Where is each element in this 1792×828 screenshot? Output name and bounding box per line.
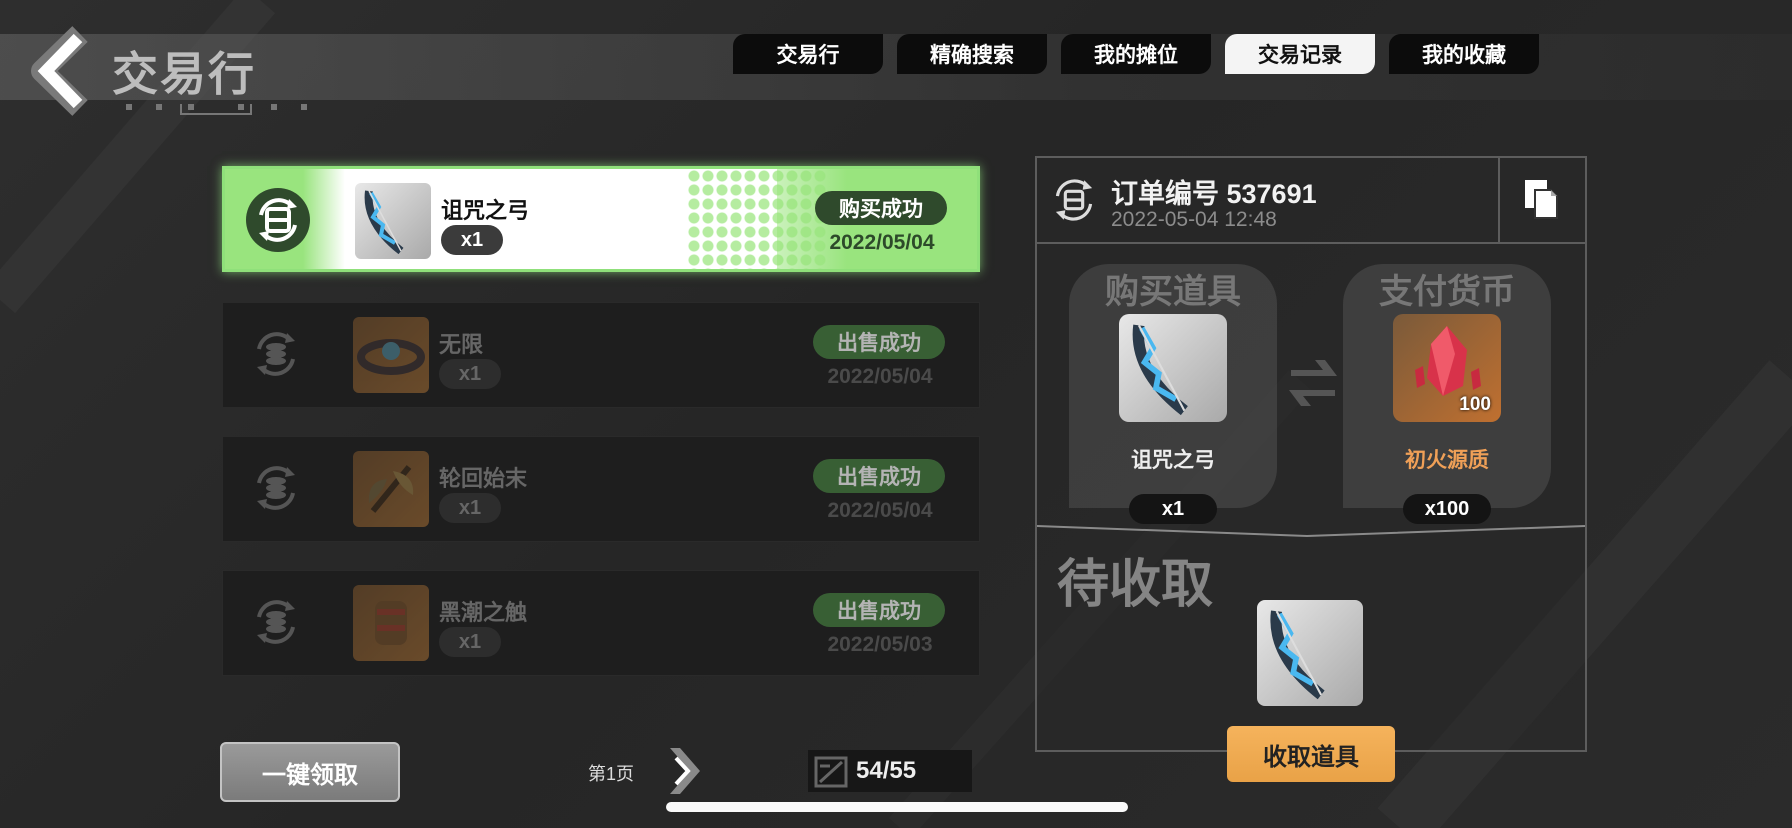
status-badge: 出售成功 [813, 593, 945, 627]
collect-item-button[interactable]: 收取道具 [1227, 726, 1395, 782]
axe-icon [353, 451, 429, 527]
section-divider [1037, 525, 1585, 538]
status-badge: 购买成功 [815, 191, 947, 225]
capacity-value: 54/55 [856, 757, 917, 784]
chevron-left-icon [31, 26, 88, 116]
record-date: 2022/05/03 [827, 633, 933, 656]
pending-title: 待收取 [1057, 556, 1214, 614]
order-detail-panel: 订单编号 537691 2022-05-04 12:48 购买道具 诅咒之弓 x… [1035, 156, 1587, 752]
bow-icon [1257, 600, 1363, 706]
record-row[interactable]: 黑潮之触 x1 出售成功 2022/05/03 [222, 570, 980, 676]
record-row[interactable]: 轮回始末 x1 出售成功 2022/05/04 [222, 436, 980, 542]
tab-my-favorites[interactable]: 我的收藏 [1389, 34, 1539, 74]
chevron-right-icon [670, 748, 700, 794]
buy-record-icon [246, 188, 310, 252]
card-currency-quantity: x100 [1403, 494, 1491, 524]
item-name: 无限 [439, 332, 484, 357]
item-name: 轮回始末 [439, 466, 528, 491]
item-quantity: x1 [439, 627, 501, 657]
next-page-button[interactable] [666, 744, 702, 798]
capacity-icon [814, 756, 848, 788]
status-badge: 出售成功 [813, 325, 945, 359]
tab-precise-search[interactable]: 精确搜索 [897, 34, 1047, 74]
item-quantity: x1 [439, 359, 501, 389]
status-badge: 出售成功 [813, 459, 945, 493]
order-header: 订单编号 537691 2022-05-04 12:48 [1037, 158, 1585, 244]
tab-my-stall[interactable]: 我的摊位 [1061, 34, 1211, 74]
claim-all-button[interactable]: 一键领取 [220, 742, 400, 802]
record-row[interactable]: 诅咒之弓 x1 购买成功 2022/05/04 [222, 166, 980, 272]
order-time: 2022-05-04 12:48 [1111, 208, 1277, 231]
page-label: 第1页 [588, 764, 635, 784]
tab-trading-house[interactable]: 交易行 [733, 34, 883, 74]
title-dots-decoration [126, 104, 307, 115]
item-quantity: x1 [441, 225, 503, 255]
record-row[interactable]: 无限 x1 出售成功 2022/05/04 [222, 302, 980, 408]
copy-icon [1525, 180, 1558, 219]
item-name: 黑潮之触 [439, 600, 528, 625]
back-button[interactable] [28, 26, 100, 116]
home-indicator [666, 802, 1128, 812]
header-divider [1498, 158, 1500, 244]
bow-icon [1119, 314, 1227, 422]
card-title: 支付货币 [1379, 273, 1515, 311]
card-currency-name: 初火源质 [1405, 449, 1489, 472]
record-date: 2022/05/04 [829, 231, 935, 254]
crystal-icon: 100 [1393, 314, 1501, 422]
tab-bar: 交易行 精确搜索 我的摊位 交易记录 我的收藏 [733, 34, 1539, 74]
card-item-name: 诅咒之弓 [1131, 449, 1215, 472]
page-title: 交易行 [112, 48, 256, 100]
bow-icon [355, 183, 431, 259]
item-name: 诅咒之弓 [441, 198, 530, 223]
exchange-icon [1289, 360, 1337, 406]
card-title: 购买道具 [1105, 273, 1241, 311]
storage-capacity: 54/55 [808, 750, 972, 792]
card-item-quantity: x1 [1129, 494, 1217, 524]
sell-record-icon [257, 332, 295, 376]
sell-record-icon [257, 466, 295, 510]
currency-amount-badge: 100 [1459, 394, 1491, 415]
record-date: 2022/05/04 [827, 365, 933, 388]
order-icon [1055, 179, 1093, 221]
copy-button[interactable] [1517, 174, 1567, 224]
record-date: 2022/05/04 [827, 499, 933, 522]
belt-icon [353, 317, 429, 393]
sell-record-icon [257, 600, 295, 644]
payment-currency-card: 支付货币 100 初火源质 [1343, 264, 1551, 508]
item-quantity: x1 [439, 493, 501, 523]
purchased-item-card: 购买道具 诅咒之弓 [1069, 264, 1277, 508]
tab-trade-records[interactable]: 交易记录 [1225, 34, 1375, 74]
order-number: 订单编号 537691 [1111, 179, 1317, 209]
gauntlet-icon [353, 585, 429, 661]
